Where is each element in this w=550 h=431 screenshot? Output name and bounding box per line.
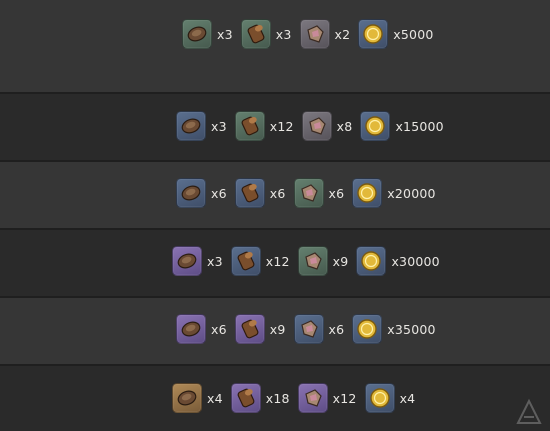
material-slot: x6 xyxy=(176,178,235,208)
material-slot: x2 xyxy=(299,19,359,49)
quantity-label: x12 xyxy=(265,253,290,269)
material-row-6: x4 x18 x12 x4 xyxy=(172,383,423,413)
fragment-icon[interactable] xyxy=(299,19,330,49)
material-slot: x3 xyxy=(240,19,300,49)
log-icon[interactable] xyxy=(234,178,265,208)
log-icon[interactable] xyxy=(234,314,265,344)
quantity-label: x8 xyxy=(336,118,353,134)
coin-ore-icon[interactable] xyxy=(176,314,206,344)
quantity-label: x6 xyxy=(269,185,286,201)
fragment-icon[interactable] xyxy=(293,178,324,208)
coin-ore-icon[interactable] xyxy=(182,19,212,49)
material-row-5: x6 x9 x6 x35000 xyxy=(176,314,444,344)
fragment-icon[interactable] xyxy=(293,314,324,344)
quantity-label: x3 xyxy=(207,253,223,269)
material-slot: x6 xyxy=(176,314,235,344)
material-row-2: x3 x12 x8 x15000 xyxy=(176,111,452,141)
quantity-label: x20000 xyxy=(387,185,436,201)
quantity-label: x30000 xyxy=(391,253,440,269)
material-slot: x3 xyxy=(172,246,231,276)
material-slot: x35000 xyxy=(352,314,443,344)
material-slot: x4 xyxy=(364,383,424,413)
mora-coin-icon[interactable] xyxy=(356,246,387,276)
quantity-label: x6 xyxy=(328,185,345,201)
quantity-label: x4 xyxy=(207,390,223,406)
fragment-icon[interactable] xyxy=(301,111,332,141)
material-slot: x12 xyxy=(230,246,298,276)
quantity-label: x3 xyxy=(275,26,292,42)
material-row-1: x3 x3 x2 x5000 xyxy=(182,19,442,49)
quantity-label: x12 xyxy=(269,118,294,134)
material-row-4: x3 x12 x9 x30000 xyxy=(172,246,448,276)
material-slot: x6 xyxy=(293,178,353,208)
material-slot: x6 xyxy=(234,178,294,208)
material-slot: x9 xyxy=(297,246,357,276)
material-slot: x12 xyxy=(234,111,302,141)
material-slot: x6 xyxy=(293,314,353,344)
mora-coin-icon[interactable] xyxy=(364,383,395,413)
watermark-logo-icon xyxy=(516,398,542,424)
mora-coin-icon[interactable] xyxy=(352,178,383,208)
quantity-label: x35000 xyxy=(387,321,436,337)
quantity-label: x3 xyxy=(217,26,233,42)
quantity-label: x9 xyxy=(332,253,349,269)
material-slot: x3 xyxy=(182,19,241,49)
material-slot: x3 xyxy=(176,111,235,141)
material-slot: x12 xyxy=(297,383,365,413)
fragment-icon[interactable] xyxy=(297,383,328,413)
quantity-label: x18 xyxy=(265,390,290,406)
quantity-label: x6 xyxy=(211,185,227,201)
coin-ore-icon[interactable] xyxy=(176,111,206,141)
log-icon[interactable] xyxy=(230,383,261,413)
material-row-3: x6 x6 x6 x20000 xyxy=(176,178,444,208)
material-slot: x9 xyxy=(234,314,294,344)
mora-coin-icon[interactable] xyxy=(352,314,383,344)
coin-ore-icon[interactable] xyxy=(172,383,202,413)
quantity-label: x6 xyxy=(211,321,227,337)
material-slot: x30000 xyxy=(356,246,447,276)
quantity-label: x6 xyxy=(328,321,345,337)
log-icon[interactable] xyxy=(240,19,271,49)
mora-coin-icon[interactable] xyxy=(358,19,389,49)
material-slot: x18 xyxy=(230,383,298,413)
quantity-label: x3 xyxy=(211,118,227,134)
quantity-label: x15000 xyxy=(395,118,444,134)
material-slot: x20000 xyxy=(352,178,443,208)
quantity-label: x2 xyxy=(334,26,351,42)
coin-ore-icon[interactable] xyxy=(172,246,202,276)
material-slot: x8 xyxy=(301,111,361,141)
mora-coin-icon[interactable] xyxy=(360,111,391,141)
material-slot: x4 xyxy=(172,383,231,413)
material-slot: x15000 xyxy=(360,111,451,141)
quantity-label: x5000 xyxy=(393,26,434,42)
quantity-label: x9 xyxy=(269,321,286,337)
material-slot: x5000 xyxy=(358,19,441,49)
quantity-label: x4 xyxy=(399,390,416,406)
fragment-icon[interactable] xyxy=(297,246,328,276)
log-icon[interactable] xyxy=(234,111,265,141)
coin-ore-icon[interactable] xyxy=(176,178,206,208)
log-icon[interactable] xyxy=(230,246,261,276)
quantity-label: x12 xyxy=(332,390,357,406)
